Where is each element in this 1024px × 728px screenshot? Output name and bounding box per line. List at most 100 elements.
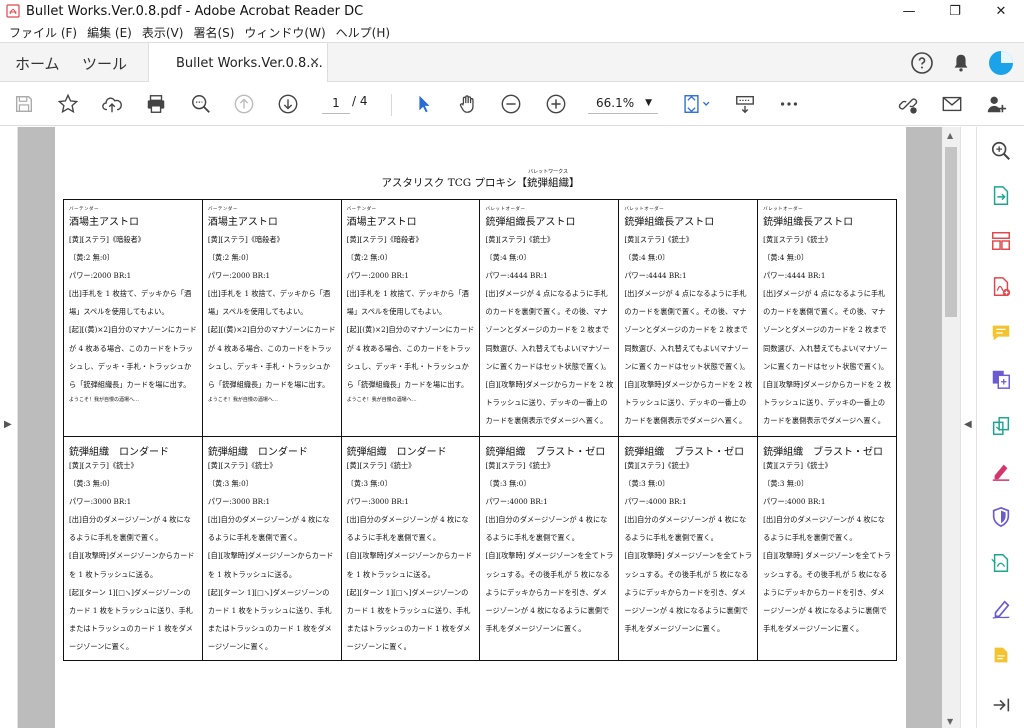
tab-bar: ホーム ツール Bullet Works.Ver.0.8.... × [0, 42, 1024, 83]
acrobat-logo-icon [6, 4, 20, 18]
fill-sign-icon[interactable] [989, 459, 1013, 483]
card-ability: [出]自分のダメージゾーンが 4 枚になるように手札を裏側で置く。 [763, 515, 885, 543]
card-cost: 〔黄:3 無:0〕 [763, 479, 809, 488]
organize-pages-icon[interactable] [989, 229, 1013, 253]
scrollbar-thumb[interactable] [945, 147, 957, 317]
menu-edit[interactable]: 編集 (E) [82, 24, 137, 41]
card-name: 銃弾組織長アストロ [624, 217, 715, 228]
card-cost: 〔黄:3 無:0〕 [69, 479, 115, 488]
card-cell: バーテンダー 酒場主アストロ [黄][ステラ]《暗殺者》 〔黄:2 無:0〕 パワー:2… [340, 199, 481, 437]
comment-icon[interactable] [989, 321, 1013, 345]
hand-tool-icon[interactable] [456, 92, 480, 116]
card-ability: [起][(黄)×2]自分のマナゾーンにカードが 4 枚ある場合、このカードをトラ… [207, 325, 336, 390]
expand-left-pane-icon[interactable]: ▶ [4, 419, 12, 430]
title-ruby: バレットワークス [528, 169, 568, 175]
card-cell: バレットオーダー 銃弾組織長アストロ [黄][ステラ]《銃士》 〔黄:4 無:0〕 パワ… [618, 199, 759, 437]
collapse-pane-icon[interactable] [989, 693, 1013, 717]
zoom-out-icon[interactable] [499, 92, 523, 116]
page-down-icon[interactable] [276, 92, 300, 116]
menu-window[interactable]: ウィンドウ(W) [239, 24, 330, 41]
card-type: [黄][ステラ]《暗殺者》 [69, 235, 145, 244]
close-window-button[interactable]: ✕ [978, 0, 1024, 22]
collapse-right-pane-icon[interactable]: ◀ [964, 419, 972, 430]
close-tab-icon[interactable]: × [309, 55, 320, 70]
email-icon[interactable] [940, 92, 964, 116]
menu-sign[interactable]: 署名(S) [188, 24, 239, 41]
card-name-group: バレットオーダー 銃弾組織長アストロ [763, 207, 891, 228]
zoom-in-icon[interactable] [544, 92, 568, 116]
share-link-icon[interactable] [896, 92, 920, 116]
card-cell: バレットオーダー 銃弾組織長アストロ [黄][ステラ]《銃士》 〔黄:4 無:0〕 パワ… [479, 199, 620, 437]
add-user-icon[interactable] [984, 92, 1008, 116]
tab-document[interactable]: Bullet Works.Ver.0.8.... × [148, 43, 328, 83]
more-tools-icon[interactable] [989, 643, 1013, 667]
card-name: 銃弾組織 ブラスト・ゼロ [485, 447, 606, 458]
scroll-down-icon[interactable]: ▼ [947, 717, 953, 726]
zoom-tool-icon[interactable] [989, 139, 1013, 163]
card-name-group: 銃弾組織 ブラスト・ゼロ [485, 443, 613, 458]
menu-file[interactable]: ファイル (F) [4, 24, 82, 41]
card-ability: [出]自分のダメージゾーンが 4 枚になるように手札を裏側で置く。 [624, 515, 747, 543]
page-up-icon[interactable] [232, 92, 256, 116]
protect-icon[interactable] [989, 505, 1013, 529]
scroll-up-icon[interactable]: ▲ [947, 131, 953, 140]
page-number-input[interactable]: 1 [322, 92, 350, 114]
card-ability: [出]手札を 1 枚捨て、デッキから「酒場」スペルを使用してもよい。 [346, 289, 469, 317]
card-type: [黄][ステラ]《暗殺者》 [346, 235, 423, 244]
card-row: 銃弾組織 ロンダード [黄][ステラ]《銃士》 〔黄:3 無:0〕 パワー:3000 … [63, 436, 897, 661]
card-power: パワー:2000 BR:1 [346, 271, 409, 280]
send-track-icon[interactable] [989, 551, 1013, 575]
menu-bar: ファイル (F) 編集 (E) 表示(V) 署名(S) ウィンドウ(W) ヘルプ… [0, 22, 1024, 42]
card-ruby: バーテンダー [69, 207, 99, 212]
zoom-search-icon[interactable] [189, 92, 213, 116]
select-cursor-icon[interactable] [412, 92, 436, 116]
left-navigation-pane: ▶ [0, 127, 18, 728]
more-icon[interactable] [777, 92, 801, 116]
restore-button[interactable]: ❐ [932, 0, 978, 22]
card-cost: 〔黄:2 無:0〕 [346, 253, 392, 262]
card-ability: [自][攻撃時]ダメージゾーンからカードを 1 枚トラッシュに送る。 [346, 551, 473, 579]
print-icon[interactable] [144, 92, 168, 116]
help-icon[interactable] [910, 51, 934, 75]
card-ability: [出]自分のダメージゾーンが 4 枚になるように手札を裏側で置く。 [346, 515, 469, 543]
notification-bell-icon[interactable] [950, 52, 972, 74]
tab-tools[interactable]: ツール [82, 53, 127, 74]
card-flavor-text: ようこそ！我が自慢の酒場へ… [346, 397, 417, 404]
vertical-scrollbar[interactable]: ▲ ▼ [942, 127, 960, 728]
card-cost: 〔黄:3 無:0〕 [207, 479, 253, 488]
avatar[interactable] [988, 50, 1014, 76]
card-name-group: バレットオーダー 銃弾組織長アストロ [624, 207, 752, 228]
export-pdf-icon[interactable] [989, 184, 1013, 208]
create-pdf-icon[interactable] [989, 275, 1013, 299]
pdf-page: アスタリスク TCG プロキシ【 バレットワークス 銃弾組織】 バーテンダー 酒場主ア… [55, 127, 906, 728]
card-type: [黄][ステラ]《銃士》 [763, 235, 832, 244]
tab-home[interactable]: ホーム [15, 53, 60, 74]
card-name-group: 銃弾組織 ブラスト・ゼロ [763, 443, 891, 458]
upload-cloud-icon[interactable] [100, 92, 124, 116]
card-cell: 銃弾組織 ブラスト・ゼロ [黄][ステラ]《銃士》 〔黄:3 無:0〕 パワー:400… [479, 436, 620, 661]
tools-pane [976, 127, 1024, 728]
card-ability: [自][攻撃時]ダメージからカードを 2 枚トラッシュに送り、デッキの一番上のカ… [485, 380, 614, 426]
combine-files-icon[interactable] [989, 367, 1013, 391]
card-name-group: バーテンダー 酒場主アストロ [208, 207, 336, 228]
save-icon[interactable] [12, 92, 36, 116]
menu-view[interactable]: 表示(V) [137, 24, 189, 41]
minimize-button[interactable]: — [886, 0, 932, 22]
card-type: [黄][ステラ]《銃士》 [485, 461, 555, 470]
compress-icon[interactable] [989, 414, 1013, 438]
card-name: 銃弾組織長アストロ [763, 217, 854, 228]
read-mode-icon[interactable] [733, 92, 757, 116]
card-name: 銃弾組織 ロンダード [346, 447, 447, 458]
right-pane-toggle: ◀ [960, 127, 976, 728]
bookmark-star-icon[interactable] [56, 92, 80, 116]
document-viewport[interactable]: アスタリスク TCG プロキシ【 バレットワークス 銃弾組織】 バーテンダー 酒場主ア… [18, 127, 942, 728]
card-flavor-text: ようこそ！我が自慢の酒場へ… [69, 397, 140, 404]
fit-page-icon[interactable] [680, 92, 714, 116]
card-ability: [起][ターン 1][□↘]ダメージゾーンのカード 1 枚をトラッシュに送り、手… [346, 587, 471, 652]
card-ruby: バーテンダー [346, 207, 377, 212]
card-type: [黄][ステラ]《銃士》 [485, 235, 555, 244]
zoom-level-select[interactable]: 66.1% ▼ [588, 92, 658, 114]
edit-pdf-icon[interactable] [989, 597, 1013, 621]
menu-help[interactable]: ヘルプ(H) [331, 24, 395, 41]
card-flavor-text: ようこそ！我が自慢の酒場へ… [207, 397, 278, 404]
